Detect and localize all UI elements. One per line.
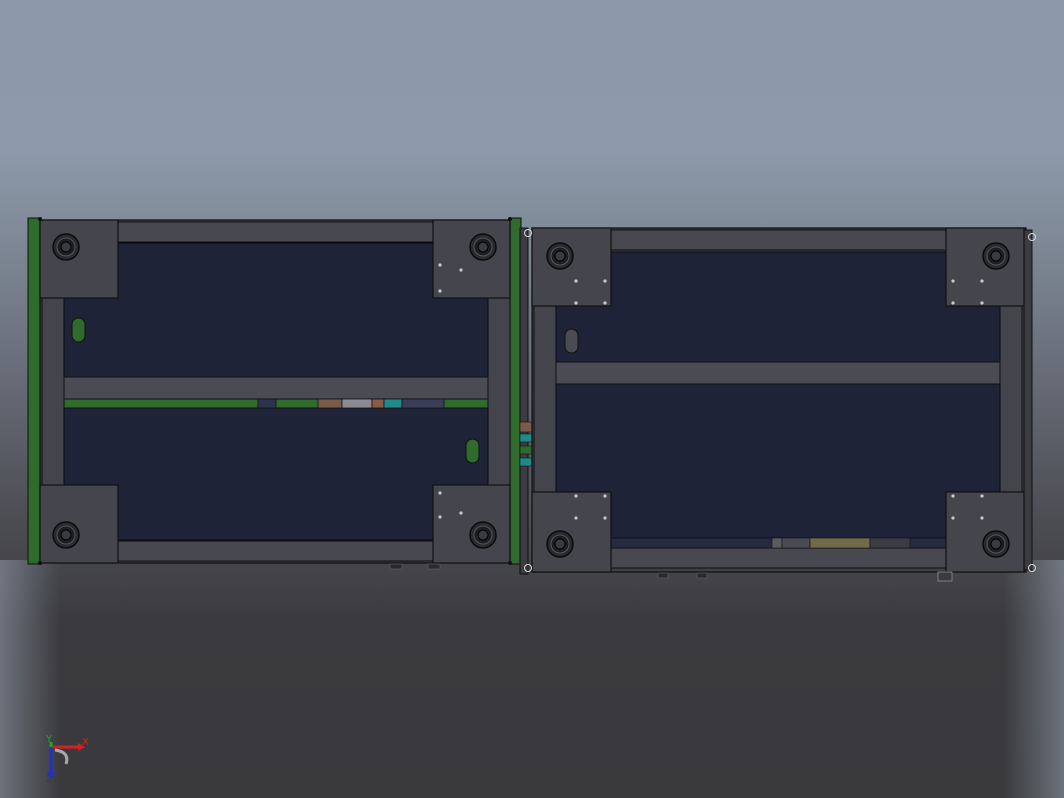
corner-plate-tl [531,227,612,307]
oval-slot-lower [465,438,480,464]
caster-wheel-icon [982,530,1010,558]
corner-plate-tr [945,227,1025,307]
rail-component-1 [257,398,277,409]
rail-component-2 [317,398,343,409]
frame-assembly-right[interactable] [524,227,1036,582]
middle-crossbeam [555,361,1001,385]
coordinate-triad-icon: X Y Z [45,734,89,785]
oval-slot [564,328,579,354]
upper-panel [555,251,1001,363]
upper-panel [63,242,489,378]
model-canvas[interactable]: X Y Z [0,0,1064,798]
middle-crossbeam [63,376,489,400]
triad-x-label: X [82,737,89,748]
triad-y-label: Y [45,734,53,745]
top-beam [610,229,947,251]
bottom-tab [696,572,708,579]
caster-wheel-icon [469,233,497,261]
left-green-rail-outer [27,217,42,565]
graphics-viewport[interactable]: X Y Z [0,0,1064,798]
rail-component-3 [341,398,373,409]
caster-wheel-icon [546,530,574,558]
rail-component-6 [401,398,445,409]
strip-component-2 [781,537,811,549]
corner-plate-bl [531,491,612,573]
caster-wheel-icon [546,242,574,270]
oval-slot-upper [71,317,86,343]
lower-panel [555,383,1001,539]
bottom-tab [427,563,441,570]
bottom-beam [117,540,435,562]
bottom-tab [657,572,669,579]
strip-component-3 [809,537,871,549]
corner-plate-tr [432,219,511,299]
frame-assembly-left[interactable] [27,217,522,570]
corner-plate-bl [39,484,119,564]
triad-z-label: Z [46,774,53,785]
lower-panel [63,407,489,541]
corner-plate-br [432,484,511,564]
strip-component-1 [771,537,783,549]
corner-plate-br [945,491,1025,573]
top-beam [117,221,435,243]
bottom-tab [389,563,403,570]
caster-wheel-icon [52,521,80,549]
strip-component-4 [869,537,911,549]
right-edge-rail [1023,229,1033,571]
corner-plate-tl [39,219,119,299]
right-green-rail-outer [508,217,522,565]
bottom-beam [610,547,947,569]
right-upright [487,297,511,487]
right-upright [999,305,1023,493]
left-upright [533,305,557,493]
caster-wheel-icon [982,242,1010,270]
rail-component-5 [383,398,403,409]
caster-wheel-icon [52,233,80,261]
caster-wheel-icon [469,521,497,549]
rail-component-4 [371,398,385,409]
bottom-tab [937,571,953,582]
left-upright [41,297,65,487]
